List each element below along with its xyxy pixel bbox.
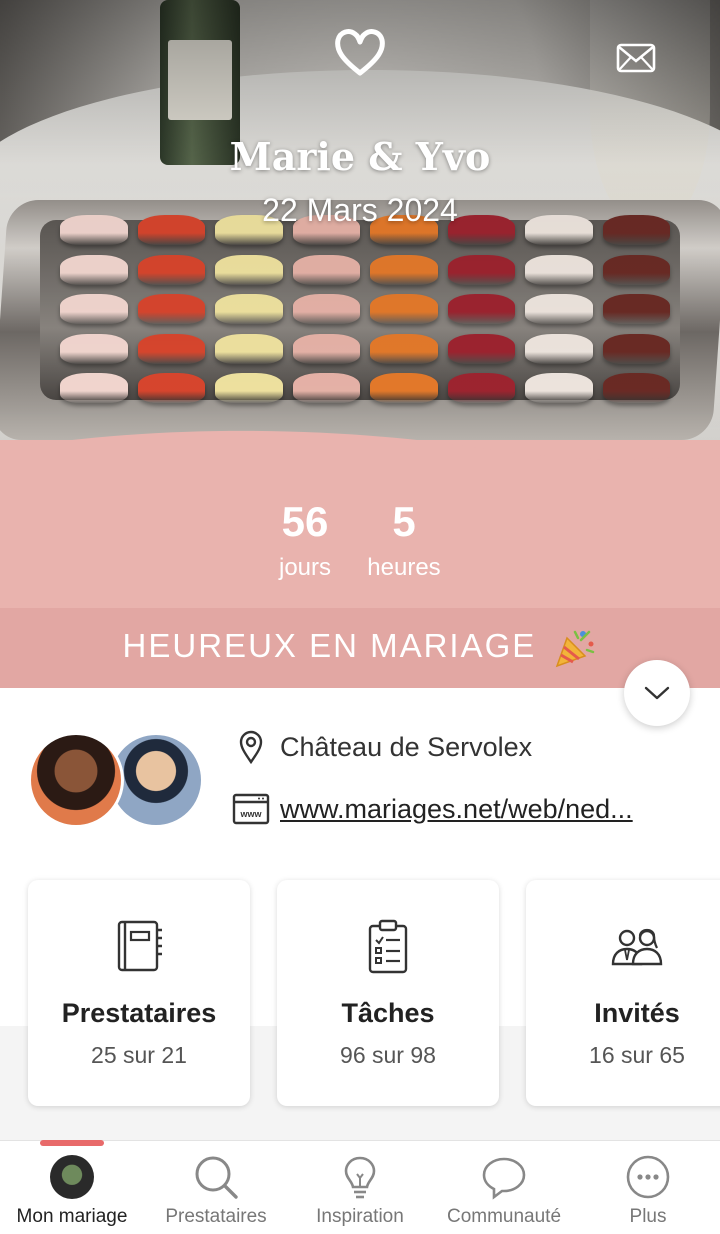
tab-inspiration[interactable]: Inspiration (288, 1154, 432, 1228)
wedding-date: 22 Mars 2024 (262, 192, 458, 228)
tab-label: Plus (629, 1206, 667, 1227)
tab-label: Inspiration (316, 1206, 404, 1227)
tab-label: Mon mariage (16, 1206, 128, 1227)
clipboard-checklist-icon (368, 919, 408, 974)
lightbulb-icon (344, 1156, 376, 1199)
card-title: Invités (594, 998, 680, 1028)
married-banner: HEUREUX EN MARIAGE (0, 608, 720, 688)
countdown-hours: 5 heures (356, 496, 452, 588)
venue-row[interactable]: Château de Servolex (232, 730, 532, 764)
hours-value: 5 (392, 498, 416, 545)
guests-icon (611, 928, 663, 966)
card-count: 25 sur 21 (91, 1042, 187, 1068)
website-link[interactable]: www.mariages.net/web/ned... (280, 794, 680, 825)
tab-prestataires[interactable]: Prestataires (144, 1154, 288, 1228)
hours-label: heures (367, 554, 441, 581)
countdown-days: 56 jours (262, 496, 348, 588)
wave-divider (0, 430, 720, 480)
tab-communaute[interactable]: Communauté (432, 1154, 576, 1228)
card-taches[interactable]: Tâches 96 sur 98 (277, 880, 499, 1106)
more-icon (626, 1155, 670, 1199)
card-prestataires[interactable]: Prestataires 25 sur 21 (28, 880, 250, 1106)
notebook-icon (117, 920, 162, 972)
tab-plus[interactable]: Plus (576, 1154, 720, 1228)
chat-bubble-icon (482, 1157, 526, 1200)
search-icon (195, 1156, 238, 1199)
card-title: Prestataires (61, 998, 217, 1028)
www-icon: www (232, 792, 270, 826)
tab-label: Prestataires (165, 1206, 267, 1227)
card-invites[interactable]: Invités 16 sur 65 (526, 880, 720, 1106)
svg-text:www: www (239, 809, 262, 819)
tab-label: Communauté (446, 1206, 562, 1227)
banner-text: HEUREUX EN MARIAGE (122, 627, 537, 664)
card-count: 96 sur 98 (340, 1042, 436, 1068)
tab-mon-mariage[interactable]: Mon mariage (0, 1154, 144, 1228)
website-row[interactable]: www www.mariages.net/web/ned... (232, 792, 680, 826)
chevron-down-icon (644, 686, 670, 700)
collapse-button[interactable] (624, 660, 690, 726)
bride-avatar[interactable] (28, 732, 124, 828)
active-tab-indicator (40, 1140, 104, 1146)
heart-icon[interactable] (332, 26, 388, 78)
card-count: 16 sur 65 (589, 1042, 685, 1068)
party-popper-icon (556, 631, 595, 668)
venue-name: Château de Servolex (280, 731, 533, 762)
envelope-icon[interactable] (616, 42, 656, 74)
location-pin-icon (232, 730, 270, 764)
days-label: jours (278, 554, 332, 581)
card-title: Tâches (341, 998, 435, 1028)
days-value: 56 (281, 498, 329, 545)
couple-names: Marie & Yvo (229, 134, 491, 179)
profile-avatar (50, 1155, 94, 1199)
